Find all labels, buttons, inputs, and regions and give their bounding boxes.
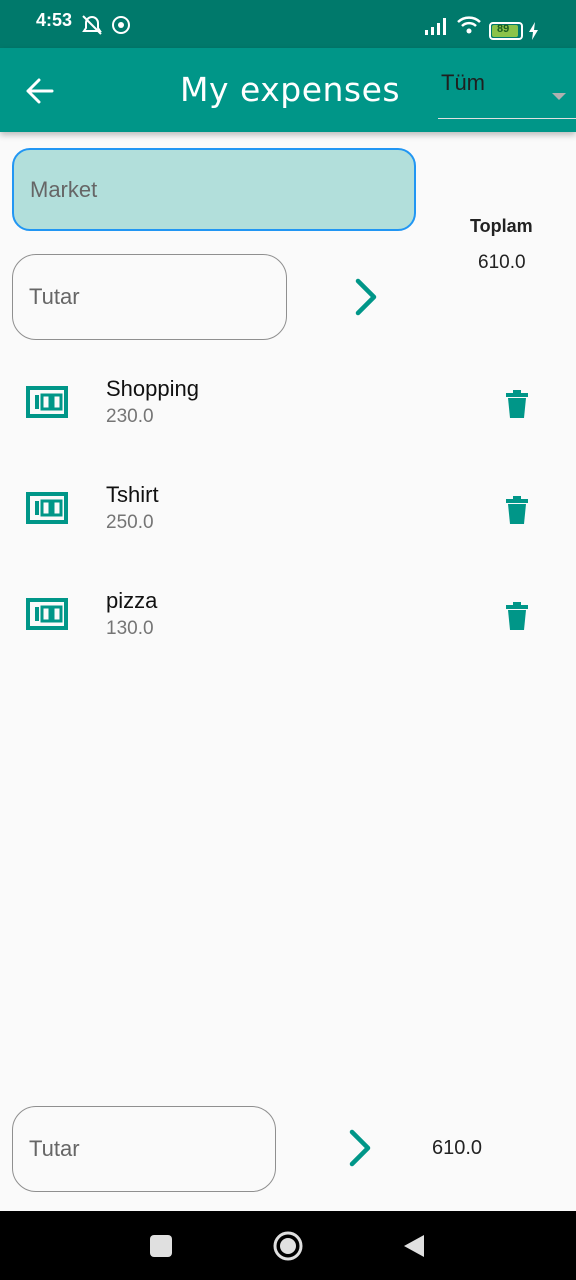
delete-trash-icon[interactable] xyxy=(505,390,529,418)
charging-icon xyxy=(529,22,538,40)
page-title: My expenses xyxy=(180,70,401,109)
status-time: 4:53 xyxy=(36,10,73,30)
delete-trash-icon[interactable] xyxy=(505,602,529,630)
muted-alarm-icon xyxy=(82,15,102,35)
list-item[interactable]: Tshirt 250.0 xyxy=(0,476,576,576)
expense-name: Tshirt xyxy=(106,482,159,507)
dropdown-arrow-icon xyxy=(552,93,566,100)
amount-field[interactable] xyxy=(12,254,287,340)
add-expense-chevron-icon[interactable] xyxy=(352,277,382,317)
signal-icon xyxy=(425,18,446,35)
delete-trash-icon[interactable] xyxy=(505,496,529,524)
money-icon xyxy=(26,492,68,524)
bottom-amount-field[interactable] xyxy=(12,1106,276,1192)
expense-name-input[interactable] xyxy=(30,150,398,229)
bottom-add-chevron-icon[interactable] xyxy=(346,1128,376,1168)
recents-button[interactable] xyxy=(150,1235,172,1257)
bottom-total-value: 610.0 xyxy=(432,1137,483,1159)
wifi-icon xyxy=(457,16,481,34)
list-item[interactable]: Shopping 230.0 xyxy=(0,370,576,470)
battery-level: 89 xyxy=(497,23,510,35)
expense-name: Shopping xyxy=(106,376,199,401)
expense-amount: 230.0 xyxy=(106,406,154,427)
nav-back-button[interactable] xyxy=(402,1233,426,1259)
app-bar: My expenses Tüm xyxy=(0,48,576,132)
expense-amount: 250.0 xyxy=(106,512,154,533)
system-nav-bar xyxy=(0,1211,576,1280)
bottom-amount-input[interactable] xyxy=(29,1107,259,1191)
app-notification-icon xyxy=(112,16,130,34)
expense-name-field[interactable] xyxy=(12,148,416,231)
filter-dropdown[interactable]: Tüm xyxy=(438,60,576,119)
battery-icon: 89 xyxy=(489,22,523,40)
expense-amount: 130.0 xyxy=(106,618,154,639)
list-item[interactable]: pizza 130.0 xyxy=(0,582,576,682)
money-icon xyxy=(26,598,68,630)
expense-name: pizza xyxy=(106,588,158,613)
back-arrow-icon[interactable] xyxy=(26,78,54,104)
filter-dropdown-value: Tüm xyxy=(441,70,485,95)
total-value: 610.0 xyxy=(478,252,526,273)
status-bar: 4:53 89 xyxy=(0,0,576,48)
home-button[interactable] xyxy=(272,1230,304,1262)
total-label: Toplam xyxy=(470,216,533,236)
money-icon xyxy=(26,386,68,418)
amount-input[interactable] xyxy=(29,255,270,339)
